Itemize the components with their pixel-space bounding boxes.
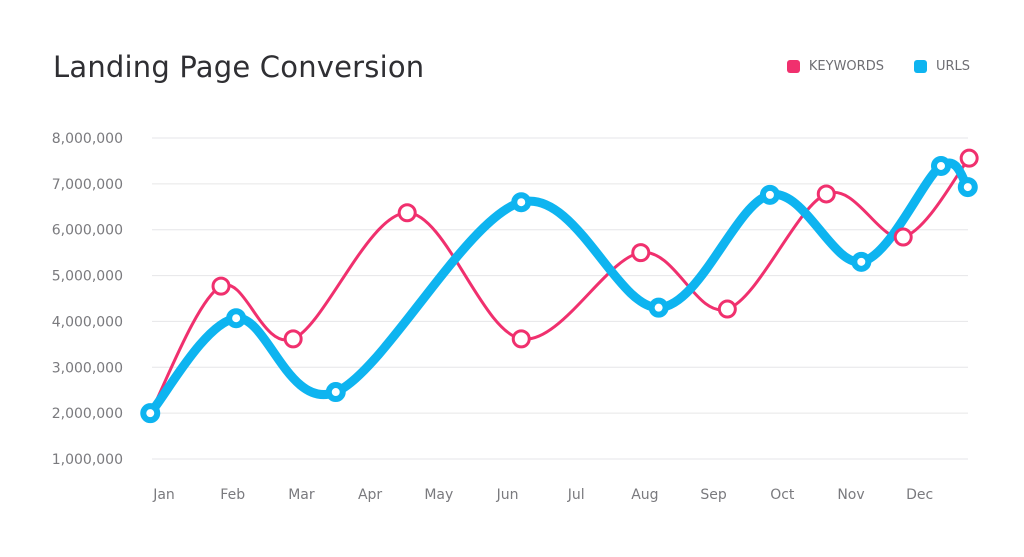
x-tick-label: Sep — [700, 487, 727, 503]
series-points — [140, 148, 979, 424]
line-chart: 1,000,000 2,000,000 3,000,000 4,000,000 5,00… — [52, 131, 979, 503]
x-tick-label: Apr — [358, 487, 382, 503]
data-point-keywords[interactable] — [959, 148, 979, 168]
data-point-keywords[interactable] — [631, 243, 651, 263]
y-tick-label: 7,000,000 — [52, 177, 123, 193]
series-line-urls — [145, 158, 973, 418]
x-tick-label: Mar — [288, 487, 315, 503]
data-point-keywords[interactable] — [283, 329, 303, 349]
data-point-urls[interactable] — [226, 308, 247, 329]
x-tick-label: Jul — [567, 487, 585, 503]
data-point-urls[interactable] — [851, 251, 872, 272]
data-point-urls[interactable] — [759, 184, 780, 205]
x-tick-label: Jun — [496, 487, 519, 503]
grid-lines — [152, 137, 968, 460]
y-tick-label: 4,000,000 — [52, 314, 123, 330]
data-point-keywords[interactable] — [397, 203, 417, 223]
y-axis: 1,000,000 2,000,000 3,000,000 4,000,000 5,00… — [52, 131, 123, 468]
x-tick-label: Feb — [220, 487, 245, 503]
data-point-keywords[interactable] — [816, 184, 836, 204]
y-tick-label: 1,000,000 — [52, 452, 123, 468]
data-point-keywords[interactable] — [511, 329, 531, 349]
x-tick-label: Oct — [770, 487, 795, 503]
y-tick-label: 8,000,000 — [52, 131, 123, 147]
data-point-urls[interactable] — [957, 177, 978, 198]
y-tick-label: 5,000,000 — [52, 269, 123, 285]
x-tick-label: Jan — [152, 487, 175, 503]
series-line-keywords — [148, 156, 971, 415]
x-tick-label: Aug — [631, 487, 658, 503]
data-point-keywords[interactable] — [717, 299, 737, 319]
data-point-urls[interactable] — [648, 297, 669, 318]
y-tick-label: 6,000,000 — [52, 223, 123, 239]
x-tick-label: Dec — [906, 487, 933, 503]
data-point-keywords[interactable] — [211, 276, 231, 296]
y-tick-label: 3,000,000 — [52, 360, 123, 376]
data-point-keywords[interactable] — [893, 227, 913, 247]
y-tick-label: 2,000,000 — [52, 406, 123, 422]
data-point-urls[interactable] — [140, 403, 161, 424]
data-point-urls[interactable] — [511, 192, 532, 213]
x-tick-label: Nov — [837, 487, 864, 503]
data-point-urls[interactable] — [930, 155, 951, 176]
data-point-urls[interactable] — [325, 382, 346, 403]
x-tick-label: May — [424, 487, 453, 503]
series-lines — [145, 156, 973, 418]
x-axis: Jan Feb Mar Apr May Jun Jul Aug Sep Oct Nov Dec — [152, 487, 933, 503]
